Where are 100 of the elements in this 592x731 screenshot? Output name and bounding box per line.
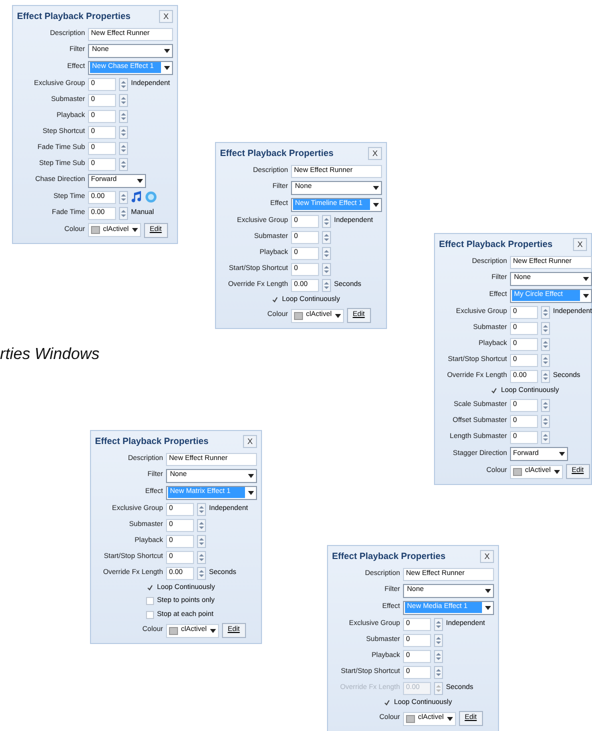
spin-buttons[interactable] — [119, 126, 128, 138]
spin-buttons[interactable] — [541, 322, 550, 334]
spin-buttons[interactable] — [197, 518, 206, 532]
checkbox[interactable] — [383, 698, 391, 707]
spin-buttons[interactable] — [197, 566, 206, 580]
spin-arrows-icon — [121, 144, 126, 152]
dropdown-arrow-icon — [373, 202, 379, 206]
dropdown-arrow-icon — [164, 66, 170, 70]
colour-swatch — [406, 714, 415, 722]
caption-text: rties Windows — [0, 345, 100, 365]
checkmark-icon — [491, 387, 497, 394]
spin-buttons[interactable] — [119, 110, 128, 122]
spin-buttons[interactable] — [434, 650, 443, 662]
spin-arrows-icon — [324, 216, 329, 226]
close-button[interactable]: X — [480, 550, 494, 564]
spin-arrows-icon — [543, 433, 548, 442]
checkbox[interactable] — [146, 584, 154, 592]
spin-buttons[interactable] — [119, 206, 128, 220]
window-title: Effect Playback Properties — [332, 550, 446, 563]
spin-arrows-icon — [436, 668, 441, 676]
spin-buttons[interactable] — [541, 415, 550, 428]
spin-arrows-icon — [121, 128, 126, 136]
colour-swatch — [513, 468, 522, 476]
spin-arrows-icon — [199, 552, 204, 562]
spin-arrows-icon — [436, 652, 441, 660]
spin-arrows-icon — [436, 684, 441, 692]
spin-buttons[interactable] — [322, 278, 331, 292]
spin-arrows-icon — [121, 80, 126, 88]
spin-buttons[interactable] — [322, 214, 331, 228]
spin-buttons[interactable] — [434, 682, 443, 694]
spin-arrows-icon — [543, 324, 548, 332]
spin-buttons[interactable] — [322, 262, 331, 276]
spin-arrows-icon — [543, 356, 548, 364]
spin-buttons[interactable] — [119, 190, 128, 204]
spin-arrows-icon — [324, 280, 329, 290]
dropdown-arrow-icon — [210, 628, 216, 632]
spin-arrows-icon — [121, 208, 126, 218]
spin-buttons[interactable] — [197, 550, 206, 564]
dropdown-arrow-icon — [373, 186, 379, 190]
spin-arrows-icon — [436, 636, 441, 644]
spin-buttons[interactable] — [119, 94, 128, 106]
colour-swatch — [169, 626, 178, 634]
dropdown-arrow-icon — [582, 276, 589, 280]
spin-buttons[interactable] — [119, 158, 128, 170]
spin-buttons[interactable] — [322, 246, 331, 260]
spin-arrows-icon — [199, 504, 204, 514]
colour-swatch — [91, 226, 100, 234]
window-title: Effect Playback Properties — [439, 238, 553, 251]
spin-buttons[interactable] — [197, 534, 206, 548]
dropdown-arrow-icon — [334, 314, 341, 318]
checkmark-icon — [147, 584, 153, 592]
close-button[interactable]: X — [243, 435, 257, 448]
spin-arrows-icon — [543, 308, 548, 316]
spin-buttons[interactable] — [541, 354, 550, 366]
spin-buttons[interactable] — [197, 502, 206, 516]
spin-arrows-icon — [121, 160, 126, 168]
spin-arrows-icon — [543, 417, 548, 426]
spin-arrows-icon — [543, 372, 548, 380]
spin-buttons[interactable] — [541, 431, 550, 444]
disc-icon[interactable] — [145, 191, 157, 203]
spin-arrows-icon — [324, 248, 329, 258]
checkbox[interactable] — [490, 386, 498, 395]
dropdown-arrow-icon — [132, 228, 138, 232]
spin-buttons[interactable] — [434, 634, 443, 646]
checkbox[interactable] — [271, 296, 279, 304]
spin-buttons[interactable] — [541, 399, 550, 412]
spin-arrows-icon — [543, 340, 548, 348]
spin-buttons[interactable] — [541, 370, 550, 382]
spin-buttons[interactable] — [322, 230, 331, 244]
dropdown-arrow-icon — [164, 48, 170, 52]
window-title: Effect Playback Properties — [95, 435, 209, 448]
dropdown-arrow-icon — [485, 606, 491, 610]
checkmark-icon — [272, 296, 278, 304]
spin-arrows-icon — [199, 568, 204, 578]
spin-arrows-icon — [436, 620, 441, 628]
close-button[interactable]: X — [159, 10, 173, 24]
dropdown-arrow-icon — [559, 452, 565, 456]
spin-buttons[interactable] — [434, 618, 443, 630]
window-title: Effect Playback Properties — [220, 147, 334, 160]
dropdown-arrow-icon — [582, 294, 589, 298]
music-note-icon[interactable] — [131, 191, 142, 203]
spin-arrows-icon — [121, 96, 126, 104]
spin-buttons[interactable] — [434, 666, 443, 678]
close-button[interactable]: X — [573, 238, 587, 252]
close-button[interactable]: X — [368, 147, 382, 160]
dropdown-arrow-icon — [248, 474, 254, 478]
spin-arrows-icon — [199, 520, 204, 530]
spin-buttons[interactable] — [541, 338, 550, 350]
spin-arrows-icon — [199, 536, 204, 546]
dropdown-arrow-icon — [137, 178, 143, 182]
spin-buttons[interactable] — [119, 142, 128, 154]
spin-arrows-icon — [324, 232, 329, 242]
spin-buttons[interactable] — [119, 78, 128, 90]
checkmark-icon — [384, 699, 390, 706]
spin-arrows-icon — [324, 264, 329, 274]
dropdown-arrow-icon — [248, 490, 254, 494]
spin-buttons[interactable] — [541, 306, 550, 318]
dropdown-arrow-icon — [446, 716, 453, 720]
dropdown-arrow-icon — [554, 470, 560, 474]
spin-arrows-icon — [121, 192, 126, 202]
